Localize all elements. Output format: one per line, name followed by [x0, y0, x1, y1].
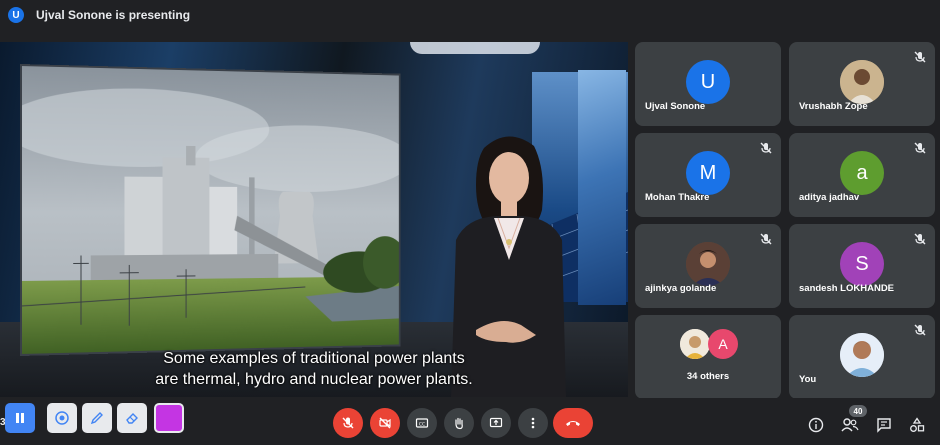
present-screen-icon — [489, 417, 503, 428]
power-plant-image — [20, 66, 401, 356]
participant-name: aditya jadhav — [799, 192, 860, 203]
participant-count-badge: 40 — [849, 405, 867, 417]
others-count-label: 34 others — [686, 371, 730, 382]
people-icon — [841, 418, 859, 432]
captions-button[interactable]: CC — [407, 408, 437, 438]
stage-light — [410, 42, 540, 54]
leave-call-button[interactable] — [553, 408, 593, 438]
self-tile[interactable]: You — [789, 315, 935, 399]
participant-name: Ujval Sonone — [645, 101, 706, 112]
presentation-view: Some examples of traditional power plant… — [0, 42, 628, 397]
closed-caption: Some examples of traditional power plant… — [0, 348, 628, 390]
self-photo — [840, 333, 884, 377]
participant-name: Vrushabh Zope — [799, 101, 868, 112]
participant-name: You — [799, 374, 817, 385]
presenter-avatar: U — [8, 7, 24, 23]
participant-tile[interactable]: a aditya jadhav — [789, 133, 935, 217]
laser-pointer-icon — [55, 411, 69, 425]
people-button[interactable] — [841, 416, 859, 434]
participant-avatar: M — [686, 151, 730, 195]
pen-icon — [90, 412, 103, 425]
participant-avatar: a — [840, 151, 884, 195]
mic-off-icon — [342, 417, 354, 429]
eraser-icon — [126, 413, 138, 424]
mic-off-icon — [914, 233, 926, 245]
participant-photo — [840, 60, 884, 104]
participant-tile[interactable]: U Ujval Sonone — [635, 42, 781, 126]
others-avatar: A — [708, 329, 738, 359]
info-icon — [808, 417, 824, 433]
presenting-bar: U Ujval Sonone is presenting — [0, 0, 940, 30]
pause-annotation-button[interactable] — [5, 403, 35, 433]
mic-off-icon — [760, 142, 772, 154]
microphone-toggle-button[interactable] — [333, 408, 363, 438]
present-now-button[interactable] — [481, 408, 511, 438]
pause-icon — [16, 413, 24, 423]
participant-photo — [686, 242, 730, 286]
activities-button[interactable] — [908, 416, 926, 434]
raise-hand-button[interactable] — [444, 408, 474, 438]
power-plant-screen — [20, 64, 401, 356]
chat-button[interactable] — [875, 416, 893, 434]
participant-name: ajinkya golande — [645, 283, 717, 294]
participant-tile[interactable]: S sandesh LOKHANDE — [789, 224, 935, 308]
participant-avatar: U — [686, 60, 730, 104]
participant-name: sandesh LOKHANDE — [799, 283, 895, 294]
camera-off-icon — [379, 417, 391, 429]
presenting-label: Ujval Sonone is presenting — [36, 8, 191, 22]
others-photo — [680, 329, 710, 359]
side-screen-edge — [578, 70, 626, 305]
hang-up-icon — [566, 421, 580, 426]
mic-off-icon — [914, 51, 926, 63]
caption-line-2: are thermal, hydro and nuclear power pla… — [155, 371, 473, 388]
activities-icon — [910, 417, 925, 432]
laser-pointer-button[interactable] — [47, 403, 77, 433]
mic-off-icon — [914, 324, 926, 336]
mic-off-icon — [914, 142, 926, 154]
camera-toggle-button[interactable] — [370, 408, 400, 438]
meeting-details-button[interactable] — [807, 416, 825, 434]
others-tile[interactable]: A 34 others — [635, 315, 781, 399]
svg-text:CC: CC — [419, 421, 425, 427]
participant-avatar: S — [840, 242, 884, 286]
mic-off-icon — [760, 233, 772, 245]
participant-tile[interactable]: Vrushabh Zope — [789, 42, 935, 126]
caption-line-1: Some examples of traditional power plant… — [163, 350, 465, 367]
more-options-button[interactable] — [518, 408, 548, 438]
participant-tile[interactable]: M Mohan Thakre — [635, 133, 781, 217]
chat-icon — [877, 418, 891, 433]
more-vert-icon — [531, 417, 535, 429]
pen-tool-button[interactable] — [82, 403, 112, 433]
participant-name: Mohan Thakre — [645, 192, 710, 203]
color-picker-button[interactable] — [154, 403, 184, 433]
hand-icon — [455, 417, 463, 430]
eraser-tool-button[interactable] — [117, 403, 147, 433]
closed-captions-icon: CC — [415, 418, 429, 428]
participant-tile[interactable]: ajinkya golande — [635, 224, 781, 308]
